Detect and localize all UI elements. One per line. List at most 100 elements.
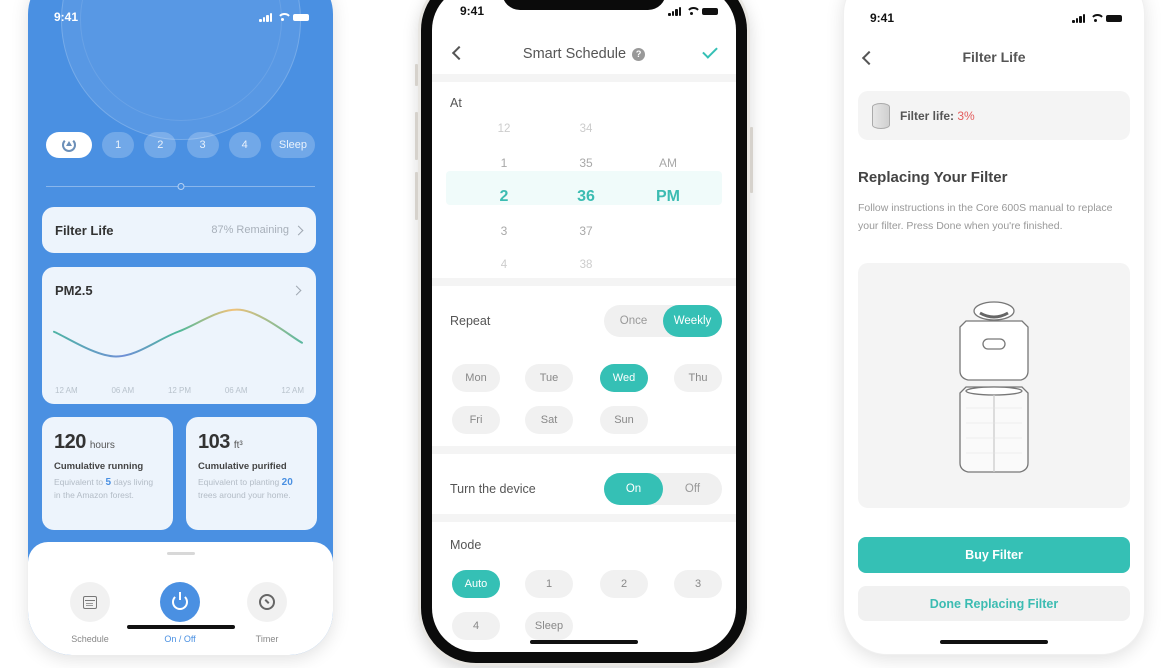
picker-item[interactable]: AM (638, 146, 698, 180)
repeat-toggle[interactable]: Once Weekly (604, 305, 722, 337)
repeat-weekly-option[interactable]: Weekly (663, 305, 722, 337)
fan-speed-slider[interactable] (46, 183, 315, 190)
pm25-card[interactable]: PM2.5 12 AM 06 AM 12 PM 06 AM 12 AM (42, 267, 316, 404)
picker-item[interactable]: 35 (556, 146, 616, 180)
day-sun[interactable]: Sun (600, 406, 648, 434)
page-title: Filter Life (962, 49, 1026, 65)
day-fri[interactable]: Fri (452, 406, 500, 434)
mode-1[interactable]: 1 (525, 570, 573, 598)
day-thu[interactable]: Thu (674, 364, 722, 392)
stat-description: Equivalent to 5 days living in the Amazo… (54, 477, 154, 500)
home-indicator[interactable] (530, 640, 638, 644)
device-off-option[interactable]: Off (663, 473, 722, 505)
back-icon[interactable] (861, 50, 877, 66)
mode-sleep[interactable]: Sleep (525, 612, 573, 640)
picker-item[interactable]: 12 (474, 112, 534, 146)
picker-item[interactable]: 1 (474, 146, 534, 180)
x-tick: 06 AM (224, 386, 248, 395)
status-time: 9:41 (460, 4, 485, 18)
mode-3[interactable]: 3 (674, 570, 722, 598)
done-replacing-filter-button[interactable]: Done Replacing Filter (858, 586, 1130, 621)
picker-selected-ampm[interactable]: PM (638, 180, 698, 214)
device-on-option[interactable]: On (604, 473, 663, 505)
buy-filter-button[interactable]: Buy Filter (858, 537, 1130, 573)
mode-auto-button[interactable] (46, 132, 92, 158)
status-time: 9:41 (870, 11, 895, 25)
mode-4-button[interactable]: 4 (228, 132, 261, 158)
hour-wheel[interactable]: 12 1 2 3 4 (474, 112, 534, 282)
repeat-label: Repeat (450, 314, 491, 328)
filter-replacement-illustration (858, 263, 1130, 508)
home-indicator[interactable] (126, 625, 235, 629)
picker-item[interactable]: 34 (556, 112, 616, 146)
pm25-series-line (53, 308, 303, 358)
back-icon[interactable] (451, 45, 467, 61)
sheet-grabber[interactable] (166, 552, 195, 555)
battery-icon (293, 13, 309, 21)
repeat-once-option[interactable]: Once (604, 305, 663, 337)
filter-cylinder-icon (872, 102, 890, 129)
power-icon (172, 592, 188, 610)
timer-label: Timer (255, 634, 279, 644)
day-sat[interactable]: Sat (525, 406, 573, 434)
mode-auto[interactable]: Auto (452, 570, 500, 598)
pm25-x-axis: 12 AM 06 AM 12 PM 06 AM 12 AM (55, 386, 304, 395)
help-icon[interactable]: ? (632, 47, 646, 61)
bottom-action-sheet: Schedule On / Off Timer (28, 542, 333, 655)
confirm-check-icon[interactable] (702, 43, 718, 59)
fan-mode-selector: 1 2 3 4 Sleep (46, 132, 315, 158)
mode-1-button[interactable]: 1 (102, 132, 135, 158)
mode-sleep-button[interactable]: Sleep (270, 132, 315, 158)
filter-life-label: Filter life: (900, 108, 958, 123)
day-mon[interactable]: Mon (452, 364, 500, 392)
status-time: 9:41 (54, 10, 79, 24)
x-tick: 12 AM (55, 386, 78, 395)
x-tick: 12 PM (167, 386, 192, 395)
timer-icon (259, 594, 275, 610)
mode-label: Mode (450, 538, 482, 552)
battery-icon (702, 7, 718, 15)
auto-mode-icon (62, 138, 76, 152)
day-wed[interactable]: Wed (600, 364, 648, 392)
chevron-right-icon (293, 225, 304, 235)
picker-item[interactable]: 38 (556, 248, 616, 282)
timer-button[interactable]: Timer (227, 582, 307, 644)
schedule-button[interactable]: Schedule (50, 582, 130, 644)
home-indicator[interactable] (940, 640, 1048, 644)
ampm-wheel[interactable]: AM PM (638, 112, 698, 282)
filter-life-status: Filter life: 3% (858, 91, 1130, 140)
stat-number: 103 (198, 431, 230, 453)
battery-icon (1106, 14, 1122, 22)
instructions-text: Follow instructions in the Core 600S man… (858, 202, 1113, 232)
stat-unit: ft³ (233, 440, 243, 451)
stat-card-running: 120 hours Cumulative running Equivalent t… (42, 417, 173, 530)
app-screens-showcase: 10 Very Good 9:41 1 2 3 4 Sleep Filter L… (0, 0, 1168, 668)
filter-life-card[interactable]: Filter Life 87% Remaining (42, 207, 316, 253)
slider-knob[interactable] (177, 183, 184, 190)
filter-life-value: 87% Remaining (211, 224, 289, 236)
x-tick: 12 AM (281, 386, 304, 395)
mode-2[interactable]: 2 (600, 570, 648, 598)
mode-3-button[interactable]: 3 (186, 132, 219, 158)
mode-2-button[interactable]: 2 (144, 132, 177, 158)
time-picker[interactable]: 12 1 2 3 4 34 35 36 37 38 AM PM (446, 112, 722, 282)
status-bar: 9:41 (54, 10, 309, 24)
schedule-label: Schedule (71, 634, 109, 644)
picker-selected-hour[interactable]: 2 (474, 180, 534, 214)
section-heading: Replacing Your Filter (858, 169, 1008, 186)
picker-item[interactable]: 4 (474, 248, 534, 282)
picker-item[interactable]: 37 (556, 214, 616, 248)
stat-description: Equivalent to planting 20 trees around y… (198, 477, 293, 500)
picker-selected-minute[interactable]: 36 (556, 180, 616, 214)
device-on-off-toggle[interactable]: On Off (604, 473, 722, 505)
day-tue[interactable]: Tue (525, 364, 573, 392)
purifier-drawing (959, 301, 1029, 473)
status-bar: 9:41 (870, 11, 1122, 25)
minute-wheel[interactable]: 34 35 36 37 38 (556, 112, 616, 282)
pm25-chart (53, 308, 303, 358)
wifi-icon (277, 13, 292, 21)
power-button[interactable]: On / Off (140, 582, 220, 644)
status-bar: 9:41 (460, 4, 718, 18)
mode-4[interactable]: 4 (452, 612, 500, 640)
picker-item[interactable]: 3 (474, 214, 534, 248)
